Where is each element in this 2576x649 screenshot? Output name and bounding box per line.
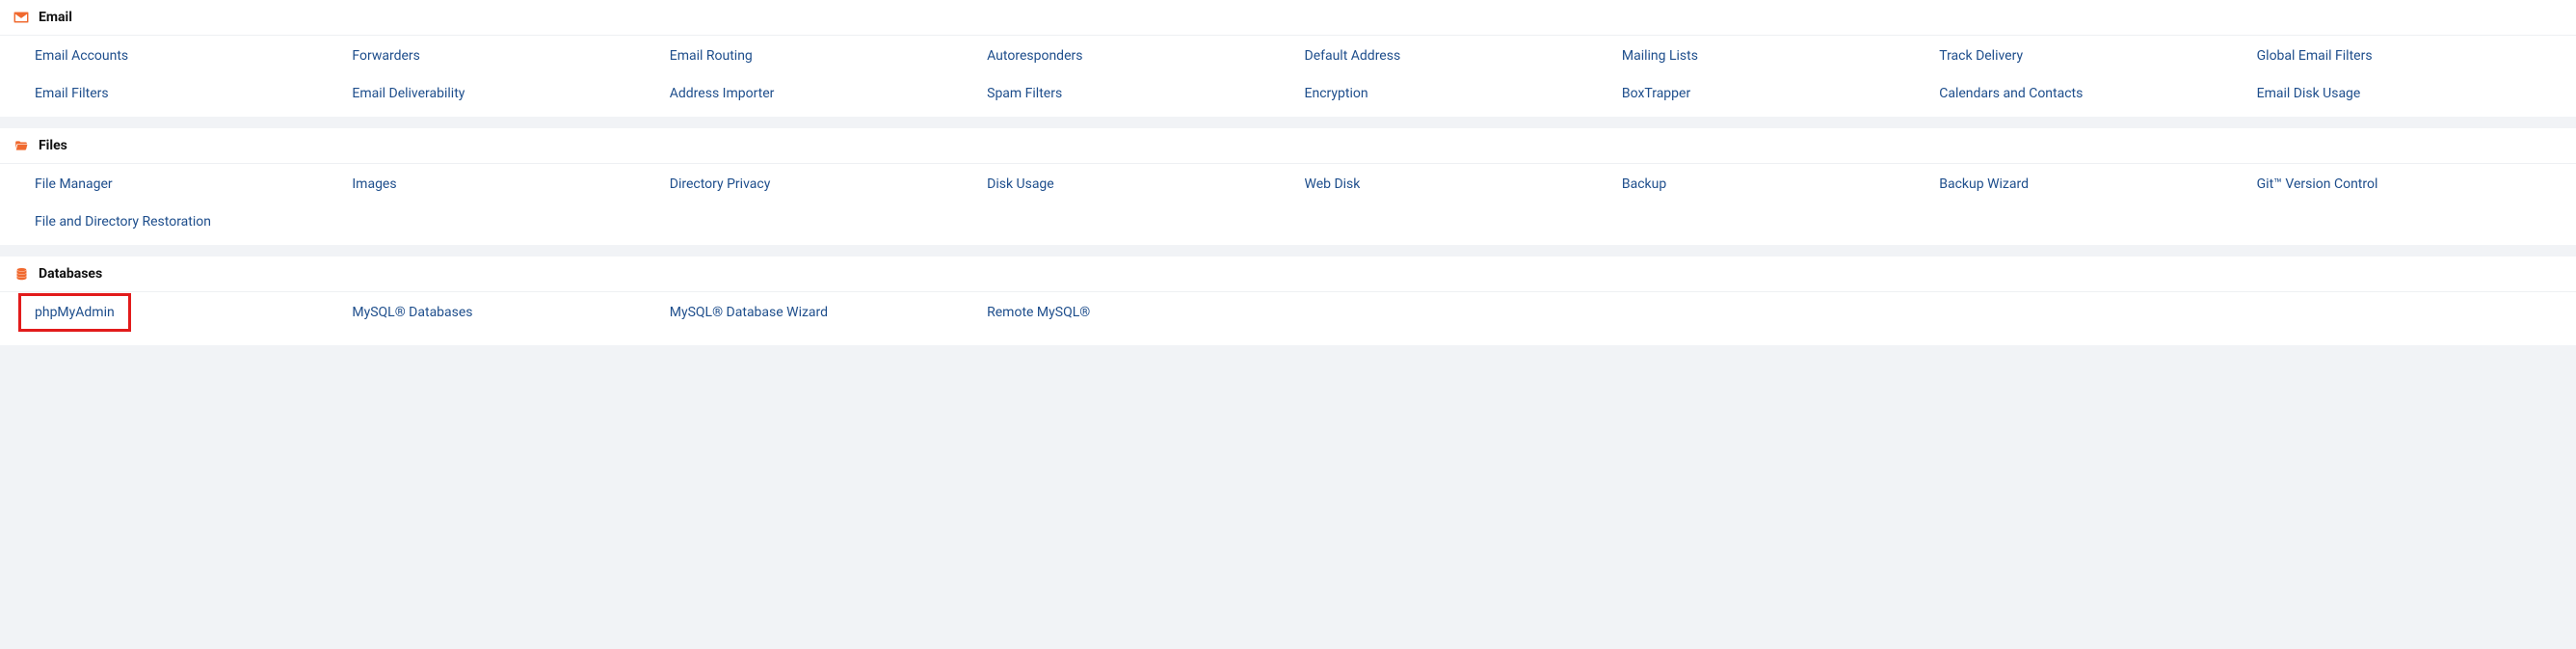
link-mysql-database-wizard[interactable]: MySQL® Database Wizard <box>670 304 828 322</box>
link-calendars-and-contacts[interactable]: Calendars and Contacts <box>1939 85 2083 103</box>
panel-title-databases: Databases <box>39 266 102 282</box>
link-email-accounts[interactable]: Email Accounts <box>35 47 128 66</box>
link-file-manager[interactable]: File Manager <box>35 176 113 194</box>
link-backup[interactable]: Backup <box>1622 176 1666 194</box>
item-mysql-database-wizard: MySQL® Database Wizard <box>670 304 975 333</box>
link-encryption[interactable]: Encryption <box>1305 85 1368 103</box>
link-phpmyadmin[interactable]: phpMyAdmin <box>35 304 115 322</box>
item-remote-mysql: Remote MySQL® <box>987 304 1292 333</box>
item-boxtrapper: BoxTrapper <box>1622 85 1927 103</box>
item-mysql-databases: MySQL® Databases <box>352 304 657 333</box>
envelope-icon <box>13 10 29 25</box>
panel-header-files: Files <box>0 128 2576 164</box>
link-remote-mysql[interactable]: Remote MySQL® <box>987 304 1090 322</box>
item-track-delivery: Track Delivery <box>1939 47 2244 66</box>
item-file-and-directory-restoration: File and Directory Restoration <box>35 213 340 231</box>
panel-header-email: Email <box>0 0 2576 36</box>
link-directory-privacy[interactable]: Directory Privacy <box>670 176 771 194</box>
highlight-box: phpMyAdmin <box>18 293 131 333</box>
item-images: Images <box>352 176 657 194</box>
item-default-address: Default Address <box>1305 47 1610 66</box>
panel-files: Files File Manager Images Directory Priv… <box>0 128 2576 245</box>
link-spam-filters[interactable]: Spam Filters <box>987 85 1062 103</box>
item-email-deliverability: Email Deliverability <box>352 85 657 103</box>
item-email-accounts: Email Accounts <box>35 47 340 66</box>
item-address-importer: Address Importer <box>670 85 975 103</box>
panel-databases: Databases phpMyAdmin MySQL® Databases My… <box>0 257 2576 346</box>
item-spam-filters: Spam Filters <box>987 85 1292 103</box>
item-backup-wizard: Backup Wizard <box>1939 176 2244 194</box>
link-autoresponders[interactable]: Autoresponders <box>987 47 1082 66</box>
panel-body-email: Email Accounts Forwarders Email Routing … <box>0 36 2576 117</box>
link-file-and-directory-restoration[interactable]: File and Directory Restoration <box>35 213 211 231</box>
panel-email: Email Email Accounts Forwarders Email Ro… <box>0 0 2576 117</box>
item-file-manager: File Manager <box>35 176 340 194</box>
panel-body-databases: phpMyAdmin MySQL® Databases MySQL® Datab… <box>0 292 2576 346</box>
panel-header-databases: Databases <box>0 257 2576 292</box>
link-global-email-filters[interactable]: Global Email Filters <box>2257 47 2373 66</box>
link-images[interactable]: Images <box>352 176 396 194</box>
item-directory-privacy: Directory Privacy <box>670 176 975 194</box>
link-default-address[interactable]: Default Address <box>1305 47 1401 66</box>
link-forwarders[interactable]: Forwarders <box>352 47 419 66</box>
link-address-importer[interactable]: Address Importer <box>670 85 775 103</box>
item-mailing-lists: Mailing Lists <box>1622 47 1927 66</box>
link-boxtrapper[interactable]: BoxTrapper <box>1622 85 1690 103</box>
folder-open-icon <box>13 138 29 153</box>
item-email-filters: Email Filters <box>35 85 340 103</box>
item-email-disk-usage: Email Disk Usage <box>2257 85 2563 103</box>
panel-title-email: Email <box>39 10 72 25</box>
item-web-disk: Web Disk <box>1305 176 1610 194</box>
panel-body-files: File Manager Images Directory Privacy Di… <box>0 164 2576 245</box>
item-encryption: Encryption <box>1305 85 1610 103</box>
item-autoresponders: Autoresponders <box>987 47 1292 66</box>
item-email-routing: Email Routing <box>670 47 975 66</box>
database-icon <box>13 266 29 282</box>
link-email-deliverability[interactable]: Email Deliverability <box>352 85 465 103</box>
item-git-version-control: Git™ Version Control <box>2257 176 2563 194</box>
link-track-delivery[interactable]: Track Delivery <box>1939 47 2023 66</box>
link-git-version-control[interactable]: Git™ Version Control <box>2257 176 2378 194</box>
item-disk-usage: Disk Usage <box>987 176 1292 194</box>
item-global-email-filters: Global Email Filters <box>2257 47 2563 66</box>
item-phpmyadmin: phpMyAdmin <box>35 304 340 333</box>
link-mailing-lists[interactable]: Mailing Lists <box>1622 47 1698 66</box>
item-backup: Backup <box>1622 176 1927 194</box>
link-email-filters[interactable]: Email Filters <box>35 85 109 103</box>
link-email-routing[interactable]: Email Routing <box>670 47 753 66</box>
link-web-disk[interactable]: Web Disk <box>1305 176 1361 194</box>
panel-title-files: Files <box>39 138 67 153</box>
link-backup-wizard[interactable]: Backup Wizard <box>1939 176 2029 194</box>
item-forwarders: Forwarders <box>352 47 657 66</box>
link-email-disk-usage[interactable]: Email Disk Usage <box>2257 85 2361 103</box>
item-calendars-and-contacts: Calendars and Contacts <box>1939 85 2244 103</box>
link-disk-usage[interactable]: Disk Usage <box>987 176 1054 194</box>
link-mysql-databases[interactable]: MySQL® Databases <box>352 304 472 322</box>
